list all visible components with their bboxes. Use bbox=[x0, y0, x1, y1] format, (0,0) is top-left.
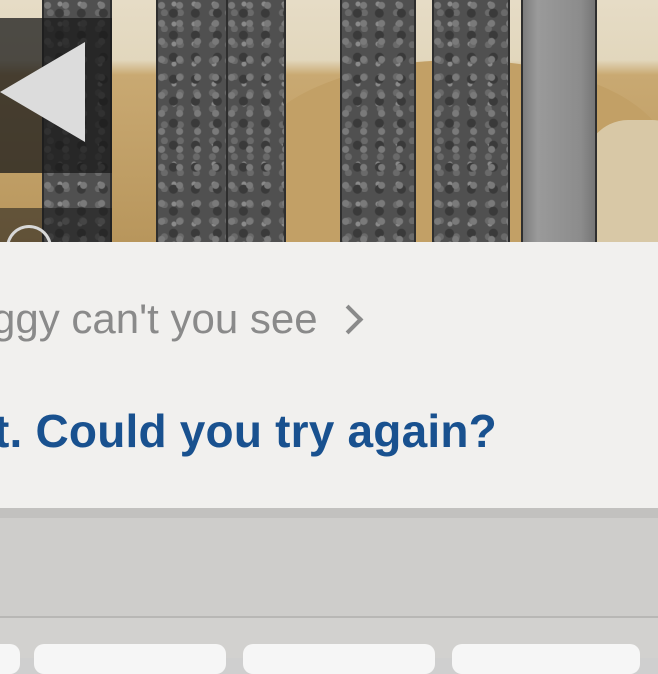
metal-pillar bbox=[521, 0, 597, 242]
left-arrow-icon[interactable] bbox=[0, 42, 85, 142]
card-bottom-edge bbox=[0, 508, 658, 518]
keyboard bbox=[0, 618, 658, 674]
stone-pillar bbox=[156, 0, 230, 242]
keyboard-key[interactable] bbox=[452, 644, 640, 674]
keyboard-key[interactable] bbox=[34, 644, 226, 674]
query-text: ggy can't you see bbox=[0, 295, 318, 342]
siri-suggestion-card[interactable] bbox=[0, 242, 658, 508]
assistant-response: t. Could you try again? bbox=[0, 405, 497, 457]
game-view bbox=[0, 0, 658, 242]
stone-pillar bbox=[340, 0, 416, 242]
stone-pillar bbox=[432, 0, 510, 242]
keyboard-key[interactable] bbox=[243, 644, 435, 674]
chevron-right-icon[interactable] bbox=[333, 304, 363, 334]
query-row[interactable]: ggy can't you see bbox=[0, 295, 363, 343]
input-strip bbox=[0, 518, 658, 616]
stone-pillar bbox=[226, 0, 286, 242]
keyboard-key[interactable] bbox=[0, 644, 20, 674]
